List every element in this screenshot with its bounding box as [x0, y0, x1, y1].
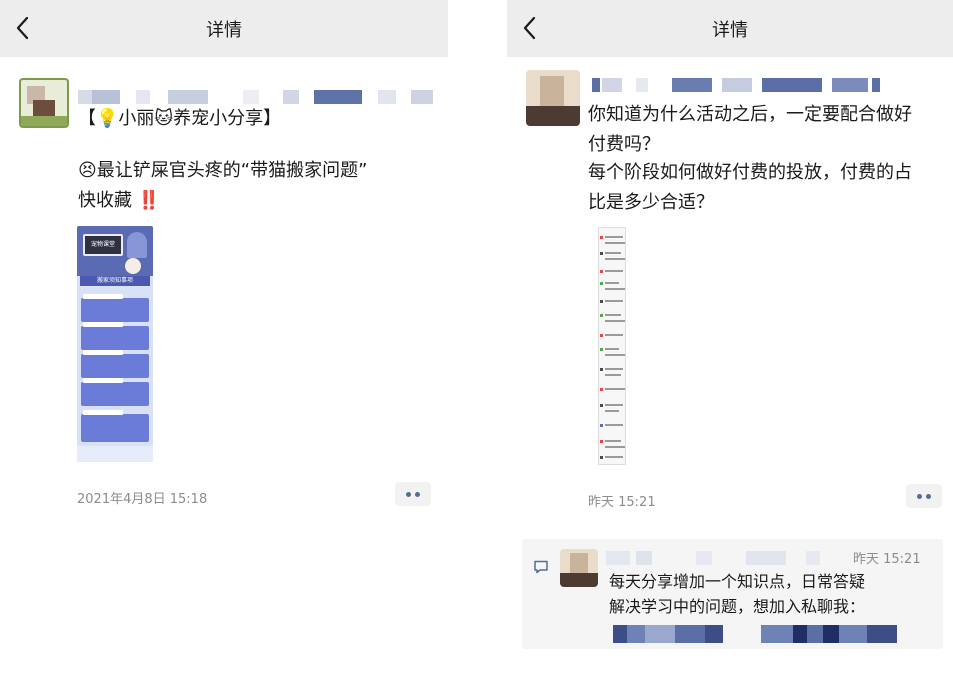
left-screen: 详情 【💡小丽🐱养宠小分享】 😣最让铲屎官头疼的“带猫搬家问题” 快收藏 ‼️ …	[0, 0, 448, 678]
more-button[interactable]	[395, 482, 431, 506]
avatar[interactable]	[526, 70, 580, 126]
comment-text-line-1: 每天分享增加一个知识点，日常答疑	[609, 572, 866, 591]
right-screen: 详情 你知道为什么活动之后，一定要配合做好 付费吗？ 每个阶段如何做好付费的投放…	[507, 0, 953, 678]
post-text-line-4: 比是多少合适？	[588, 192, 714, 213]
username-redacted	[592, 78, 892, 92]
poster-title: 宠物课堂	[83, 234, 123, 256]
post-text-line-3: 每个阶段如何做好付费的投放，付费的占	[588, 162, 912, 183]
post-timestamp: 昨天 15:21	[588, 495, 656, 510]
comment-box: 昨天 15:21 每天分享增加一个知识点，日常答疑 解决学习中的问题，想加入私聊…	[522, 539, 943, 649]
post-text-line-2: 付费吗？	[588, 134, 660, 155]
page-title: 详情	[712, 20, 748, 41]
poster-section	[81, 410, 149, 442]
more-dots-icon	[406, 492, 411, 497]
avatar[interactable]	[19, 78, 69, 128]
poster-section	[81, 322, 149, 350]
nav-bar: 详情	[0, 0, 448, 57]
poster-banner: 搬家须知事项	[80, 276, 150, 286]
post-image[interactable]	[598, 227, 626, 465]
comment-timestamp: 昨天 15:21	[853, 552, 921, 567]
username-redacted	[606, 551, 846, 565]
poster-footer	[77, 446, 153, 462]
more-button[interactable]	[906, 484, 942, 508]
poster-header: 宠物课堂	[77, 226, 153, 276]
poster-section	[81, 350, 149, 378]
poster-section	[81, 378, 149, 406]
contact-redacted	[613, 625, 913, 643]
avatar[interactable]	[560, 549, 598, 587]
more-dots-icon	[917, 494, 922, 499]
post-text-line-1: 你知道为什么活动之后，一定要配合做好	[588, 104, 912, 125]
divider	[448, 0, 507, 678]
comment-text-line-2: 解决学习中的问题，想加入私聊我：	[609, 597, 866, 616]
post-text-line-3: 快收藏 ‼️	[78, 190, 161, 211]
poster-section	[81, 294, 149, 322]
nav-bar: 详情	[507, 0, 953, 57]
username-redacted	[78, 90, 438, 104]
post-timestamp: 2021年4月8日 15:18	[77, 492, 208, 507]
post-image[interactable]: 宠物课堂 搬家须知事项	[77, 226, 153, 462]
page-title: 详情	[206, 20, 242, 41]
post-text-line-1: 【💡小丽🐱养宠小分享】	[78, 108, 282, 129]
post-text-line-2: 😣最让铲屎官头疼的“带猫搬家问题”	[78, 160, 368, 181]
comment-icon	[534, 560, 548, 574]
